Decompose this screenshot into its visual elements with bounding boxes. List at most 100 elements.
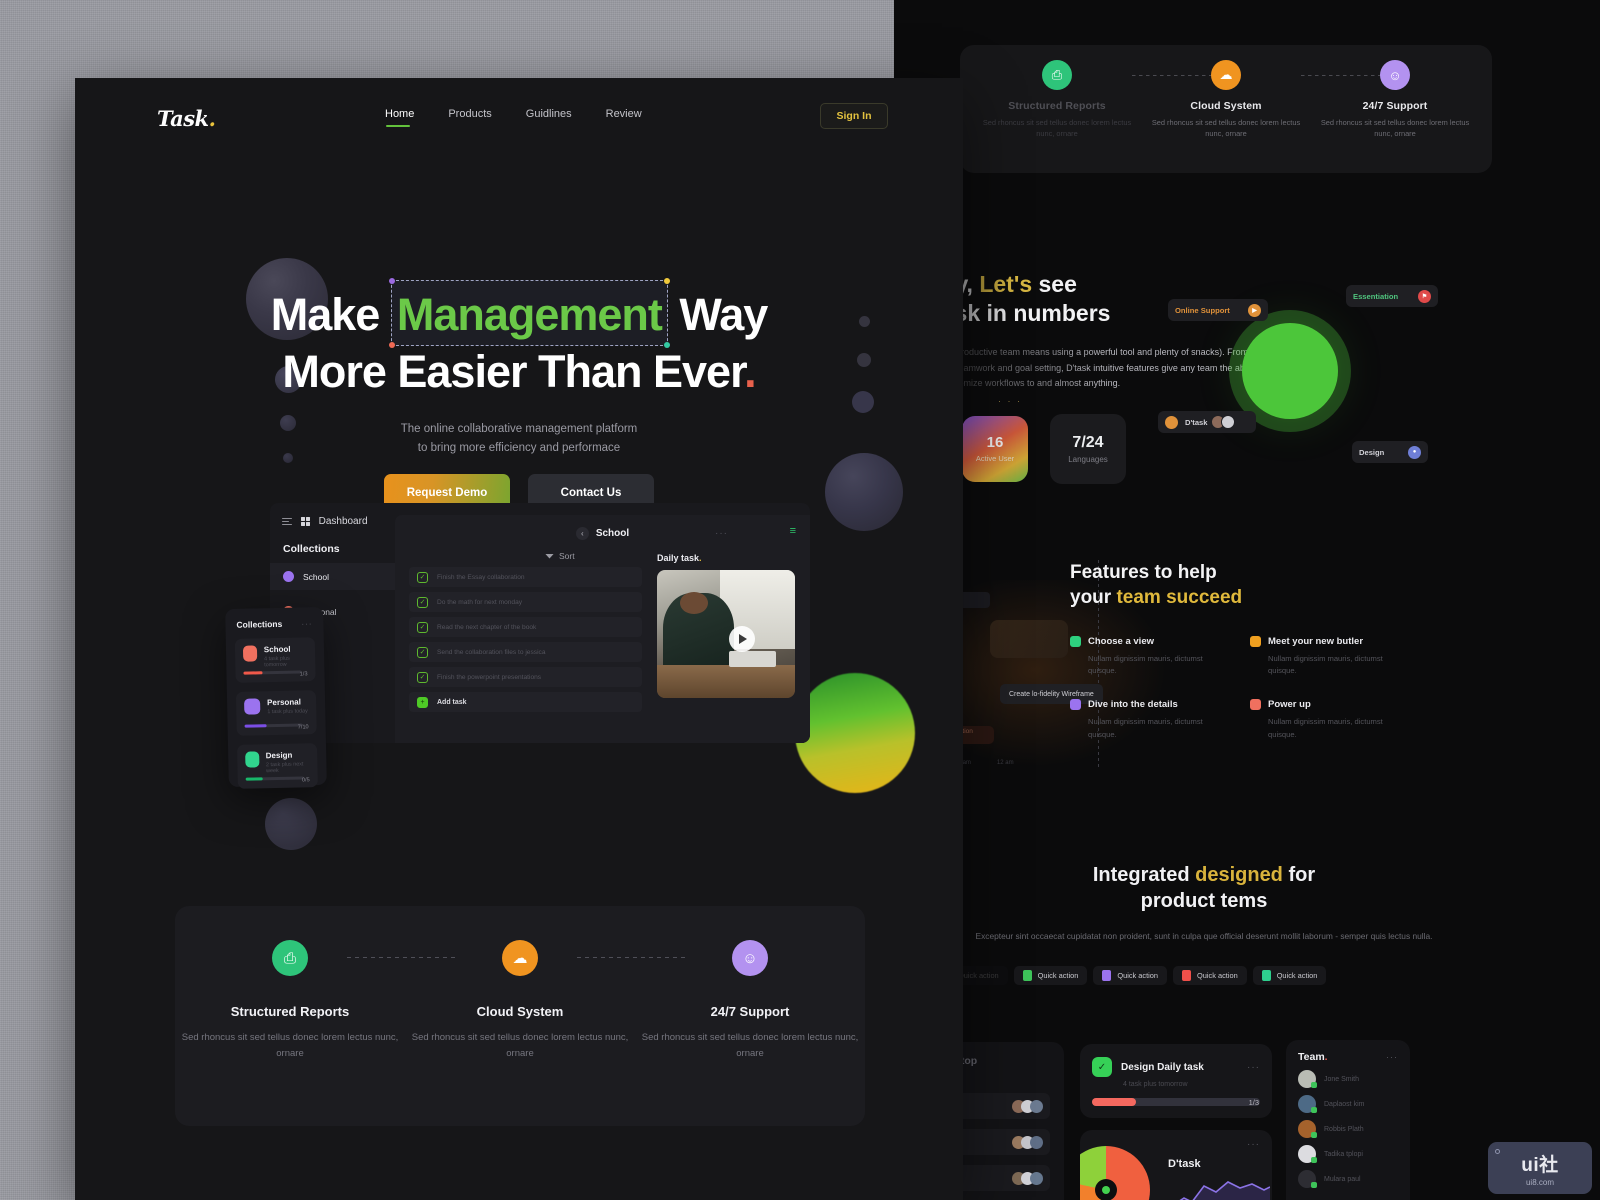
quick-action-chip[interactable]: Quick action bbox=[1093, 966, 1168, 985]
checkbox-icon[interactable]: ✓ bbox=[417, 596, 428, 608]
selection-box bbox=[388, 278, 670, 348]
donut-chart bbox=[1080, 1146, 1150, 1200]
sign-in-button[interactable]: Sign In bbox=[820, 103, 888, 129]
collection-card-personal[interactable]: Personal 1 task plus today 7/10 bbox=[235, 690, 317, 736]
tag-online-support[interactable]: Online Support ▶ bbox=[1168, 299, 1268, 321]
features-help-title: Features to help your team succeed bbox=[1070, 562, 1243, 609]
collection-name: School bbox=[263, 644, 291, 655]
stat-label: Active User bbox=[975, 454, 1015, 464]
right-feature-row: ⎙ Structured Reports Sed rhoncus sit sed… bbox=[960, 60, 1492, 140]
logo[interactable]: Task. bbox=[157, 106, 216, 131]
feature-help-power-up: Power up Nullam dignissim mauris, dictum… bbox=[1250, 699, 1400, 740]
cloud-upload-icon: ☁ bbox=[502, 940, 538, 976]
hero-headline-line1: Make Management Way bbox=[271, 278, 768, 348]
stat-active-user: 16 Active User bbox=[962, 416, 1028, 482]
member-name: Jone Smith bbox=[1324, 1075, 1360, 1083]
watermark-badge: ui社 ui8.com bbox=[1488, 1142, 1592, 1194]
watermark-url: ui8.com bbox=[1525, 1177, 1554, 1187]
checkbox-icon[interactable]: ✓ bbox=[417, 571, 428, 583]
task-text: Finish the Essay collaboration bbox=[437, 573, 525, 581]
handle-top-left-icon[interactable] bbox=[388, 278, 395, 284]
handle-bottom-left-icon[interactable] bbox=[388, 342, 395, 348]
right-feature-support: ☺ 24/7 Support Sed rhoncus sit sed tellu… bbox=[1320, 60, 1470, 140]
task-row[interactable]: ✓ Finish the powerpoint presentations bbox=[409, 667, 642, 687]
team-member-row[interactable]: Mulara paul bbox=[1286, 1163, 1410, 1188]
status-dot-icon bbox=[1070, 636, 1081, 648]
progress-count: 0/5 bbox=[301, 777, 310, 784]
feature-desc: Sed rhoncus sit sed tellus donec lorem l… bbox=[641, 1032, 859, 1059]
progress-bar bbox=[245, 776, 304, 781]
nav-link-guidlines[interactable]: Guidlines bbox=[526, 108, 572, 127]
green-accent-circle bbox=[1242, 323, 1338, 419]
progress-bar bbox=[244, 723, 303, 728]
axis-tick: 12 am bbox=[996, 760, 1014, 766]
tag-cluster: Online Support ▶ Essentiation ⚑ D'task D… bbox=[1156, 255, 1456, 495]
checkbox-icon[interactable]: ✓ bbox=[417, 621, 428, 633]
handle-bottom-right-icon[interactable] bbox=[663, 342, 670, 348]
sort-label: Sort bbox=[559, 551, 575, 561]
nav-link-home[interactable]: Home bbox=[385, 108, 414, 127]
feature-help-dive-details: Dive into the details Nullam dignissim m… bbox=[1070, 699, 1220, 740]
chip-label: Quick action bbox=[1037, 971, 1079, 980]
feature-help-meet-butler: Meet your new butler Nullam dignissim ma… bbox=[1250, 636, 1400, 677]
task-row[interactable]: ✓ Send the collaboration files to jessica bbox=[409, 642, 642, 662]
avatar-group bbox=[1210, 415, 1235, 429]
feature-title: 24/7 Support bbox=[710, 1004, 790, 1019]
sort-control[interactable]: Sort bbox=[545, 551, 575, 561]
feature-title: Structured Reports bbox=[230, 1004, 350, 1019]
chip-label: Quick action bbox=[1197, 971, 1238, 980]
nav-link-review[interactable]: Review bbox=[606, 108, 642, 127]
design-daily-task-card: ✓ Design Daily task ··· 4 task plus tomo… bbox=[1080, 1044, 1272, 1118]
checkbox-icon[interactable]: ✓ bbox=[417, 671, 428, 683]
tag-label: D'task bbox=[1185, 417, 1208, 427]
quick-action-chip[interactable]: Quick action bbox=[1252, 966, 1327, 985]
chart-title: D'task bbox=[1168, 1158, 1201, 1170]
team-member-row[interactable]: Tadika tplopi bbox=[1286, 1138, 1410, 1163]
task-row[interactable]: ✓ Read the next chapter of the book bbox=[409, 617, 642, 637]
more-options-icon[interactable]: ··· bbox=[715, 528, 728, 539]
handle-top-right-icon[interactable] bbox=[663, 278, 670, 284]
more-options-icon[interactable]: ··· bbox=[1386, 1052, 1398, 1062]
hero-headline-line2: More Easier Than Ever. bbox=[282, 346, 756, 397]
nav-link-products[interactable]: Products bbox=[448, 108, 491, 127]
play-button-icon[interactable] bbox=[728, 626, 755, 653]
menu-icon[interactable] bbox=[282, 518, 292, 526]
collection-card-school[interactable]: School 4 task plus tomorrow 1/3 bbox=[234, 637, 316, 683]
quick-action-chip[interactable]: Quick action bbox=[1173, 966, 1247, 985]
task-row[interactable]: ✓ Finish the Essay collaboration bbox=[409, 567, 642, 587]
tag-design[interactable]: Design ● bbox=[1352, 441, 1428, 463]
progress-count: 1/3 bbox=[1248, 1098, 1259, 1107]
collections-title: Collections bbox=[283, 543, 340, 555]
task-row[interactable]: ✓ Do the math for next monday bbox=[409, 592, 642, 612]
add-task-label: Add task bbox=[437, 698, 467, 706]
member-name: Tadika tplopi bbox=[1324, 1150, 1363, 1158]
daily-task-video[interactable] bbox=[657, 570, 795, 698]
checkbox-icon[interactable]: ✓ bbox=[417, 646, 428, 658]
features-help-section: Features to help your team succeed Choos… bbox=[1070, 560, 1490, 741]
team-member-row[interactable]: Daplaost kim bbox=[1286, 1088, 1410, 1113]
back-chevron-icon[interactable]: ‹ bbox=[575, 527, 589, 540]
card-title: Collections bbox=[236, 618, 283, 630]
more-options-icon[interactable]: ··· bbox=[301, 619, 312, 628]
grid-icon[interactable] bbox=[301, 517, 310, 526]
feature-title: Dive into the details bbox=[1088, 699, 1178, 711]
dashboard-topbar: Dashboard bbox=[270, 503, 395, 527]
more-options-icon[interactable]: ··· bbox=[1247, 1062, 1260, 1073]
collection-card-design[interactable]: Design 2 task plus next week 0/5 bbox=[236, 743, 318, 789]
quick-action-chip[interactable]: Quick action bbox=[1013, 966, 1088, 985]
color-swatch-icon bbox=[245, 751, 259, 768]
tag-dtask[interactable]: D'task bbox=[1158, 411, 1256, 433]
list-view-icon[interactable]: ≡ bbox=[790, 525, 796, 537]
action-icon bbox=[1261, 970, 1271, 981]
more-options-icon[interactable]: ··· bbox=[1247, 1139, 1260, 1150]
add-task-row[interactable]: + Add task bbox=[409, 692, 642, 712]
progress-count: 1/3 bbox=[299, 671, 308, 678]
team-member-row[interactable]: Robbis Plath bbox=[1286, 1113, 1410, 1138]
collection-item-school[interactable]: School bbox=[270, 563, 395, 590]
tag-essentiation[interactable]: Essentiation ⚑ bbox=[1346, 285, 1438, 307]
panel-title: School bbox=[595, 528, 630, 539]
team-member-row[interactable]: Jone Smith bbox=[1286, 1063, 1410, 1088]
color-swatch-icon bbox=[242, 645, 258, 662]
stat-value: 7/24 bbox=[1072, 434, 1104, 451]
features-row: ⎙ Structured Reports Sed rhoncus sit sed… bbox=[175, 940, 865, 1061]
